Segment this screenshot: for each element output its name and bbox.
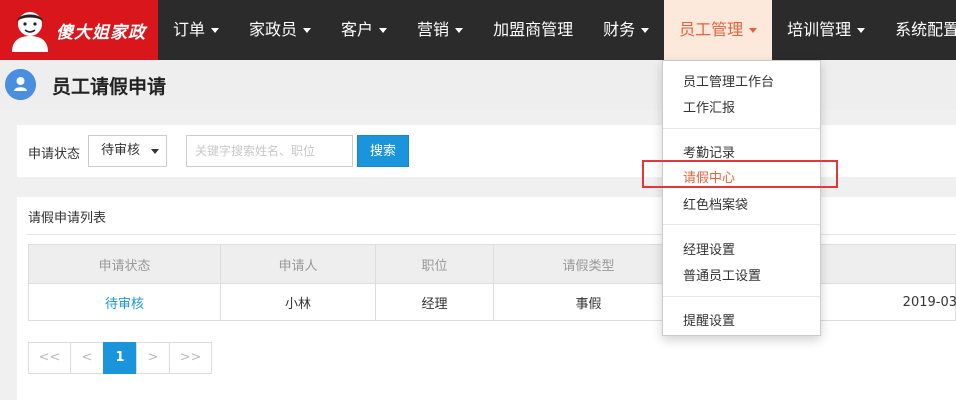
menu-item-staff-settings[interactable]: 普通员工设置: [683, 265, 761, 284]
nav-item-orders[interactable]: 订单: [158, 0, 234, 60]
chevron-down-icon: [211, 28, 220, 33]
column-header: 申请状态: [29, 245, 221, 283]
menu-item-red-archive[interactable]: 红色档案袋: [683, 194, 748, 213]
page-title: 员工请假申请: [52, 76, 167, 98]
menu-item-manager-settings[interactable]: 经理设置: [683, 239, 735, 258]
selection-highlight-box: [642, 160, 838, 188]
nav-item-franchise[interactable]: 加盟商管理: [478, 0, 588, 60]
top-navbar: 傻大姐家政 订单 家政员 客户 营销 加盟商管理 财务 员工管理 培训管理 系统…: [0, 0, 956, 60]
staff-management-dropdown: 员工管理工作台 工作汇报 考勤记录 请假中心 红色档案袋 经理设置 普通员工设置…: [662, 60, 821, 336]
menu-divider: [663, 296, 820, 297]
nav-item-label: 订单: [173, 20, 206, 39]
chevron-down-icon: [857, 28, 866, 33]
nav-item-label: 财务: [603, 20, 636, 39]
first-page-button[interactable]: <<: [28, 342, 71, 374]
pagination: << < 1 > >>: [28, 342, 212, 374]
nav-item-label: 系统配置: [895, 20, 956, 39]
brand-logo[interactable]: 傻大姐家政: [0, 0, 158, 60]
last-page-button[interactable]: >>: [169, 342, 212, 374]
nav-item-system-config[interactable]: 系统配置: [880, 0, 956, 60]
search-input[interactable]: 关键字搜索姓名、职位: [186, 135, 353, 167]
position-cell: 经理: [376, 284, 494, 320]
menu-item-reminder-settings[interactable]: 提醒设置: [683, 310, 735, 329]
chevron-down-icon: [749, 28, 758, 33]
status-select[interactable]: 待审核: [88, 135, 167, 167]
chevron-down-icon: [641, 28, 650, 33]
menu-item-staff-workbench[interactable]: 员工管理工作台: [683, 71, 774, 90]
nav-item-label: 客户: [341, 20, 374, 39]
menu-divider: [663, 128, 820, 129]
search-placeholder: 关键字搜索姓名、职位: [195, 144, 316, 158]
column-header: 职位: [376, 245, 494, 283]
nav-item-label: 营销: [417, 20, 450, 39]
status-filter-label: 申请状态: [28, 147, 81, 162]
chevron-down-icon: [303, 28, 312, 33]
chevron-down-icon: [379, 28, 388, 33]
next-page-button[interactable]: >: [136, 342, 170, 374]
status-select-value: 待审核: [101, 143, 141, 158]
nav-item-customers[interactable]: 客户: [326, 0, 402, 60]
nav-item-label: 加盟商管理: [493, 20, 574, 39]
mascot-logo-icon: [12, 12, 48, 52]
brand-name: 傻大姐家政: [56, 23, 146, 43]
nav-item-finance[interactable]: 财务: [588, 0, 664, 60]
column-header: 申请人: [221, 245, 376, 283]
chevron-down-icon: [455, 28, 464, 33]
user-icon: [5, 69, 36, 100]
nav-item-housekeepers[interactable]: 家政员: [234, 0, 326, 60]
search-button[interactable]: 搜索: [357, 135, 409, 167]
select-arrow-icon: [151, 149, 159, 154]
applicant-cell: 小林: [221, 284, 376, 320]
list-title: 请假申请列表: [28, 211, 107, 226]
menu-item-attendance[interactable]: 考勤记录: [683, 142, 735, 161]
status-link[interactable]: 待审核: [29, 284, 221, 320]
leave-type-cell: 事假: [494, 284, 684, 320]
nav-item-label: 家政员: [249, 20, 298, 39]
nav-item-staff-management[interactable]: 员工管理: [664, 0, 773, 60]
prev-page-button[interactable]: <: [70, 342, 104, 374]
column-header: 请假类型: [494, 245, 684, 283]
nav-item-marketing[interactable]: 营销: [402, 0, 478, 60]
nav-item-label: 培训管理: [787, 20, 852, 39]
main-nav: 订单 家政员 客户 营销 加盟商管理 财务 员工管理 培训管理 系统配置: [158, 0, 956, 60]
page-button-1[interactable]: 1: [103, 342, 137, 374]
menu-divider: [663, 224, 820, 225]
nav-item-label: 员工管理: [679, 20, 744, 39]
nav-item-training[interactable]: 培训管理: [772, 0, 880, 60]
menu-item-work-report[interactable]: 工作汇报: [683, 97, 735, 116]
